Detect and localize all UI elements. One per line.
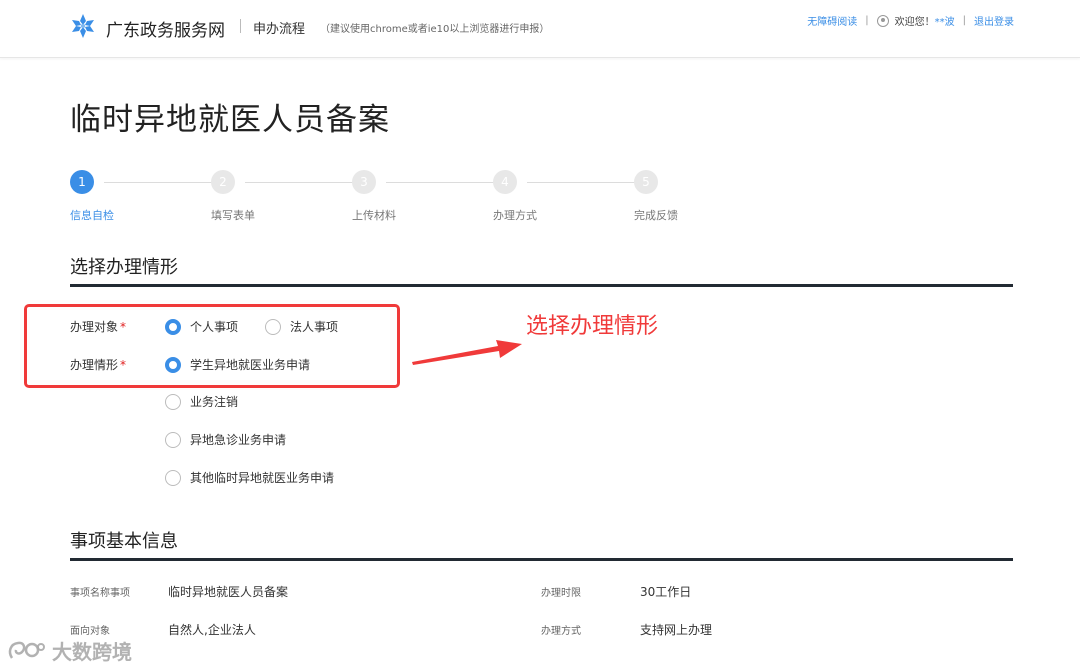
step-label: 完成反馈 — [634, 209, 678, 222]
step-number: 1 — [70, 170, 94, 194]
step-3: 3 上传材料 — [352, 170, 432, 222]
snowflake-logo-icon[interactable] — [70, 13, 96, 39]
section-title-situation: 选择办理情形 — [70, 257, 178, 278]
watermark-logo-icon — [8, 641, 45, 659]
user-icon — [876, 14, 889, 27]
accessible-reading-link[interactable]: 无障碍阅读 — [807, 13, 857, 28]
annotation-highlight-box — [24, 304, 400, 388]
step-label: 办理方式 — [493, 209, 537, 222]
section-title-basic-info: 事项基本信息 — [70, 531, 178, 552]
radio-unchecked-icon[interactable] — [165, 469, 181, 486]
annotation-arrow-icon — [412, 340, 522, 365]
step-1: 1 信息自检 — [70, 170, 150, 222]
radio-emergency-application[interactable]: 异地急诊业务申请 — [165, 431, 286, 448]
step-label: 上传材料 — [352, 209, 396, 222]
step-label: 填写表单 — [211, 209, 255, 222]
step-4: 4 办理方式 — [493, 170, 573, 222]
step-number: 4 — [493, 170, 517, 194]
process-label: 申办流程 — [253, 22, 306, 37]
info-value: 支持网上办理 — [640, 623, 713, 637]
step-5: 5 完成反馈 — [634, 170, 714, 222]
annotation-text: 选择办理情形 — [526, 314, 659, 339]
header-user-area: 无障碍阅读 | 欢迎您！ **波 | 退出登录 — [807, 13, 1014, 28]
section-divider — [70, 284, 1013, 287]
info-label: 事项名称事项 — [70, 588, 130, 599]
step-label: 信息自检 — [70, 209, 114, 222]
radio-label: 业务注销 — [190, 395, 239, 409]
info-label: 办理时限 — [541, 588, 581, 599]
top-header: 广东政务服务网 申办流程 （建议使用chrome或者ie10以上浏览器进行申报）… — [0, 0, 1080, 58]
welcome-text: 欢迎您！ — [894, 17, 935, 28]
watermark-text: 大数跨境 — [52, 640, 132, 664]
step-2: 2 填写表单 — [211, 170, 291, 222]
page-title: 临时异地就医人员备案 — [70, 102, 390, 138]
step-progress: 1 信息自检 2 填写表单 3 上传材料 4 办理方式 5 完成反馈 — [70, 170, 690, 230]
info-label: 面向对象 — [70, 626, 110, 637]
radio-label: 异地急诊业务申请 — [190, 433, 287, 447]
radio-unchecked-icon[interactable] — [165, 393, 181, 410]
info-value: 临时异地就医人员备案 — [168, 585, 289, 599]
info-label: 办理方式 — [541, 626, 581, 637]
step-number: 5 — [634, 170, 658, 194]
header-divider: | — [865, 15, 869, 26]
logout-link[interactable]: 退出登录 — [974, 13, 1014, 28]
site-name[interactable]: 广东政务服务网 — [106, 16, 225, 41]
radio-cancel-business[interactable]: 业务注销 — [165, 393, 238, 410]
header-divider — [240, 19, 241, 33]
step-number: 2 — [211, 170, 235, 194]
radio-unchecked-icon[interactable] — [165, 431, 181, 448]
section-divider — [70, 558, 1013, 561]
browser-hint: （建议使用chrome或者ie10以上浏览器进行申报） — [320, 24, 550, 35]
step-number: 3 — [352, 170, 376, 194]
radio-label: 其他临时异地就医业务申请 — [190, 471, 335, 485]
watermark: 大数跨境 — [6, 636, 132, 665]
radio-other-application[interactable]: 其他临时异地就医业务申请 — [165, 469, 334, 486]
info-value: 30工作日 — [640, 585, 692, 599]
info-value: 自然人,企业法人 — [168, 623, 256, 637]
username-link[interactable]: **波 — [935, 13, 955, 28]
header-divider: | — [962, 15, 966, 26]
